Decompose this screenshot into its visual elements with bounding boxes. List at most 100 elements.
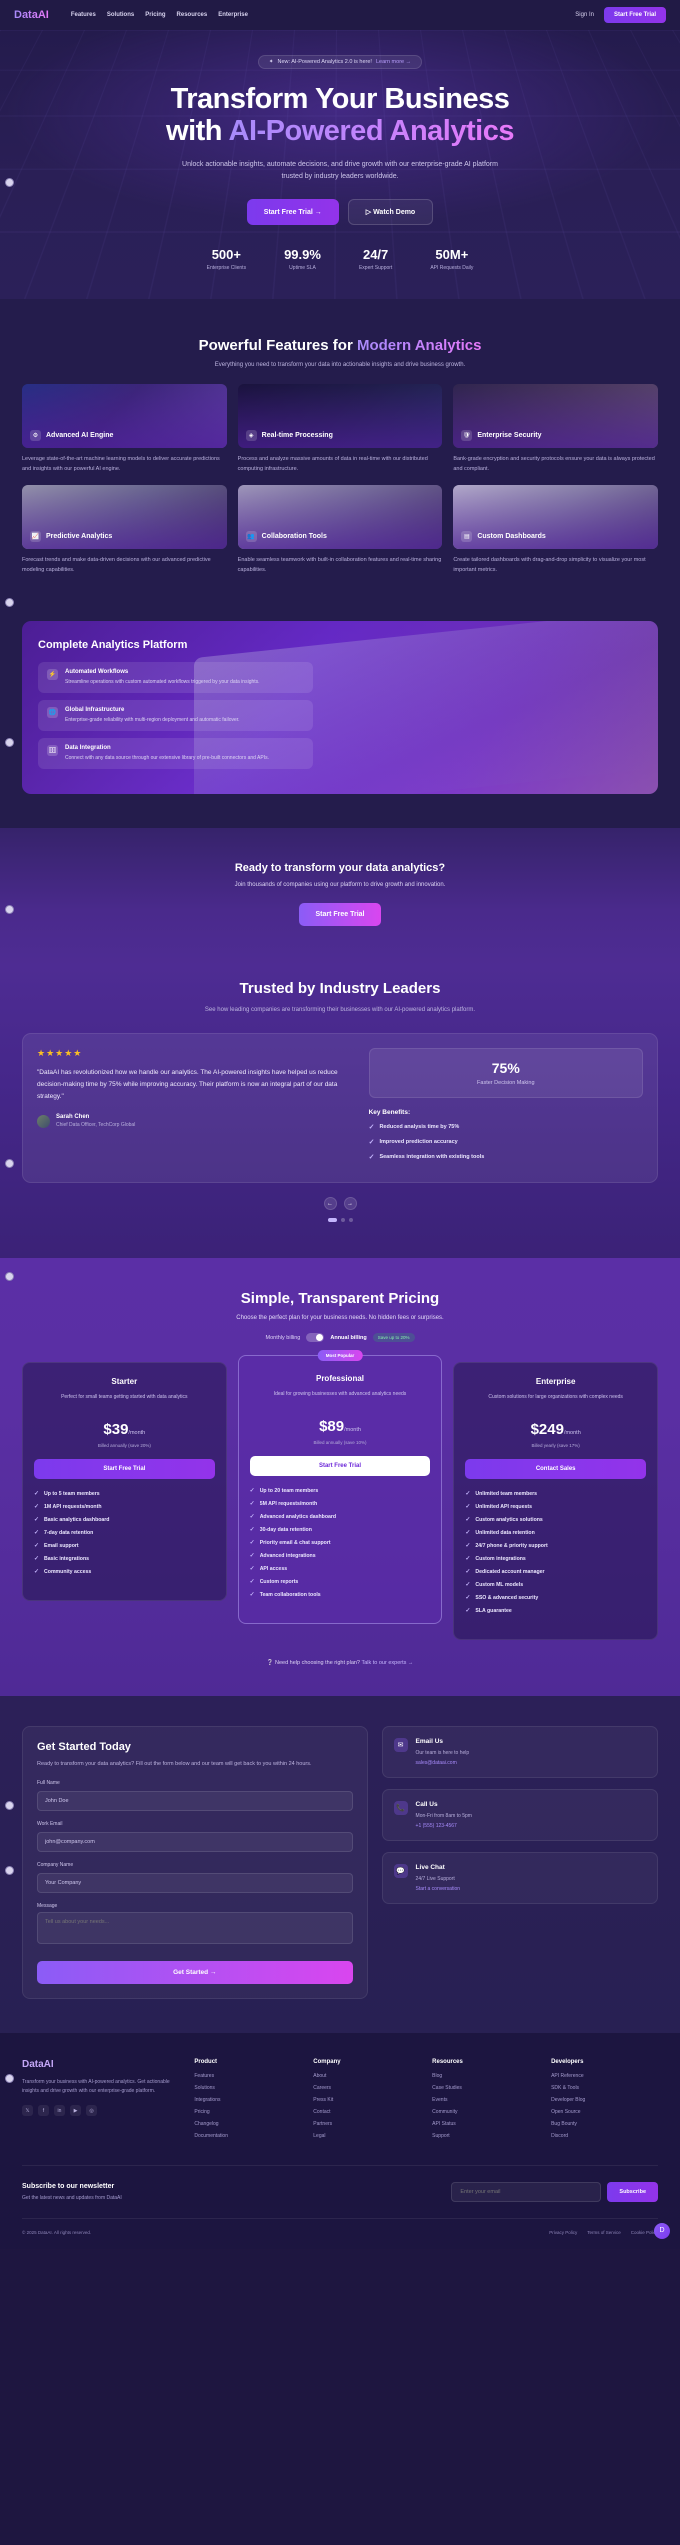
stat-label: API Requests Daily [430, 265, 474, 272]
feature-card[interactable]: ▤ Custom Dashboards Create tailored dash… [453, 485, 658, 575]
plan-desc: Ideal for growing businesses with advanc… [273, 1391, 407, 1398]
full-name-input[interactable] [37, 1790, 353, 1811]
carousel-dot[interactable] [340, 1218, 345, 1223]
badge-learn-more-link[interactable]: Learn more → [376, 59, 411, 65]
nav-link-resources[interactable]: Resources [177, 12, 208, 18]
linkedin-icon[interactable]: in [54, 2105, 65, 2117]
testimonial-prev-button[interactable]: ← [323, 1197, 337, 1211]
footer-link[interactable]: Features [194, 2073, 301, 2079]
feature-image: ◈ Real-time Processing [237, 384, 443, 449]
contact-card-email[interactable]: ✉ Email Us Our team is here to help sale… [381, 1726, 658, 1779]
billing-annual-label[interactable]: Annual billing [330, 1335, 366, 1341]
feature-image: 🛡 Enterprise Security [453, 384, 658, 449]
footer-link[interactable]: Documentation [194, 2133, 301, 2139]
footer-link[interactable]: Blog [432, 2073, 539, 2079]
stat-value: 500+ [211, 247, 241, 263]
floating-assistant-button[interactable]: D [654, 2222, 670, 2239]
footer-link[interactable]: Support [432, 2133, 539, 2139]
footer-link[interactable]: SDK & Tools [551, 2085, 658, 2091]
plan-cta-button[interactable]: Contact Sales [465, 1459, 646, 1480]
hero-start-free-trial-button[interactable]: Start Free Trial → [246, 199, 339, 226]
contact-card-phone[interactable]: 📞 Call Us Mon-Fri from 8am to 5pm +1 (55… [381, 1789, 658, 1842]
nav-link-pricing[interactable]: Pricing [145, 12, 165, 18]
cta-title: Ready to transform your data analytics? [234, 862, 446, 875]
newsletter-subscribe-button[interactable]: Subscribe [607, 2181, 658, 2202]
github-icon[interactable]: ◎ [86, 2105, 97, 2117]
footer-link[interactable]: Events [432, 2097, 539, 2103]
terms-of-service-link[interactable]: Terms of Service [587, 2230, 621, 2235]
feature-card[interactable]: 👥 Collaboration Tools Enable seamless te… [237, 485, 443, 575]
scroll-marker [5, 1272, 14, 1281]
carousel-dot[interactable] [348, 1218, 353, 1223]
plan-feature: ✓ Advanced analytics dashboard [250, 1514, 431, 1520]
nav-link-features[interactable]: Features [71, 12, 96, 18]
pricing-card-professional: Most Popular Professional Ideal for grow… [237, 1350, 443, 1625]
sign-in-link[interactable]: Sign In [575, 12, 594, 18]
facebook-icon[interactable]: f [38, 2105, 49, 2117]
footer-link[interactable]: Developer Blog [551, 2097, 658, 2103]
footer-link[interactable]: Case Studies [432, 2085, 539, 2091]
cta-start-free-trial-button[interactable]: Start Free Trial [299, 903, 381, 927]
footer-link[interactable]: Bug Bounty [551, 2121, 658, 2127]
twitter-icon[interactable]: 𝕏 [22, 2105, 33, 2117]
footer-link[interactable]: Solutions [194, 2085, 301, 2091]
youtube-icon[interactable]: ▶ [70, 2105, 81, 2117]
billing-switch[interactable] [306, 1333, 325, 1343]
footer-logo[interactable]: DataAI [22, 2059, 182, 2070]
plan-feature-text: Up to 5 team members [44, 1491, 100, 1498]
plan-feature: ✓ Dedicated account manager [465, 1569, 646, 1575]
footer-link[interactable]: Open Source [551, 2109, 658, 2115]
footer-link[interactable]: Pricing [194, 2109, 301, 2115]
feature-card[interactable]: 🛡 Enterprise Security Bank-grade encrypt… [453, 384, 658, 474]
feature-card[interactable]: 📈 Predictive Analytics Forecast trends a… [22, 485, 227, 575]
plan-cta-button[interactable]: Start Free Trial [34, 1459, 215, 1480]
nav-start-free-trial-button[interactable]: Start Free Trial [603, 7, 666, 23]
footer-link[interactable]: Legal [313, 2133, 420, 2139]
footer-link[interactable]: About [313, 2073, 420, 2079]
carousel-dot-active[interactable] [327, 1218, 337, 1223]
pricing-help-link[interactable]: Talk to our experts → [361, 1660, 413, 1666]
platform-row[interactable]: ⚡ Automated Workflows Streamline operati… [38, 662, 313, 694]
contact-card-link[interactable]: sales@dataai.com [416, 1760, 470, 1766]
get-started-button[interactable]: Get Started → [37, 1960, 353, 1984]
work-email-input[interactable] [37, 1831, 353, 1852]
plan-feature: ✓ Custom integrations [465, 1556, 646, 1562]
feature-card[interactable]: ◈ Real-time Processing Process and analy… [237, 384, 443, 474]
footer-link[interactable]: API Status [432, 2121, 539, 2127]
check-icon: ✓ [249, 1566, 255, 1573]
hero-watch-demo-button[interactable]: ▷ Watch Demo [347, 199, 434, 226]
footer-link[interactable]: Community [432, 2109, 539, 2115]
platform-row-title: Automated Workflows [65, 669, 129, 676]
footer-link[interactable]: Partners [313, 2121, 420, 2127]
footer-link[interactable]: Careers [313, 2085, 420, 2091]
footer-link[interactable]: Contact [313, 2109, 420, 2115]
brand-logo[interactable]: DataAI [14, 9, 49, 21]
feature-image: 📈 Predictive Analytics [22, 485, 227, 550]
footer-link[interactable]: Changelog [194, 2121, 301, 2127]
nav-link-solutions[interactable]: Solutions [107, 12, 134, 18]
footer-link[interactable]: Press Kit [313, 2097, 420, 2103]
nav-link-enterprise[interactable]: Enterprise [218, 12, 248, 18]
plan-cta-button[interactable]: Start Free Trial [249, 1456, 431, 1477]
company-name-input[interactable] [37, 1872, 353, 1893]
footer-link[interactable]: Integrations [194, 2097, 301, 2103]
platform-row[interactable]: 🌐 Global Infrastructure Enterprise-grade… [38, 700, 313, 732]
platform-row[interactable]: 🗄 Data Integration Connect with any data… [38, 738, 313, 770]
newsletter-subtitle: Get the latest news and updates from Dat… [22, 2194, 122, 2201]
message-textarea[interactable] [37, 1911, 353, 1944]
newsletter-email-input[interactable] [451, 2181, 602, 2202]
feature-desc: Process and analyze massive amounts of d… [237, 456, 428, 472]
contact-card-text: Mon-Fri from 8am to 5pm [415, 1813, 472, 1820]
footer-link[interactable]: Discord [551, 2133, 658, 2139]
footer-link[interactable]: API Reference [551, 2073, 658, 2079]
contact-card-link[interactable]: Start a conversation [416, 1886, 460, 1892]
stat-item: 24/7 Expert Support [359, 247, 392, 271]
billing-toggle[interactable]: Monthly billing Annual billing Save up t… [22, 1333, 658, 1343]
contact-card-link[interactable]: +1 (555) 123-4567 [416, 1823, 472, 1829]
privacy-policy-link[interactable]: Privacy Policy [549, 2230, 577, 2235]
announcement-badge[interactable]: ✦ New: AI-Powered Analytics 2.0 is here!… [257, 55, 423, 69]
feature-card[interactable]: ⚙ Advanced AI Engine Leverage state-of-t… [22, 384, 227, 474]
contact-card-chat[interactable]: 💬 Live Chat 24/7 Live Support Start a co… [381, 1852, 658, 1905]
billing-monthly-label[interactable]: Monthly billing [266, 1335, 301, 1341]
testimonial-next-button[interactable]: → [343, 1197, 357, 1211]
